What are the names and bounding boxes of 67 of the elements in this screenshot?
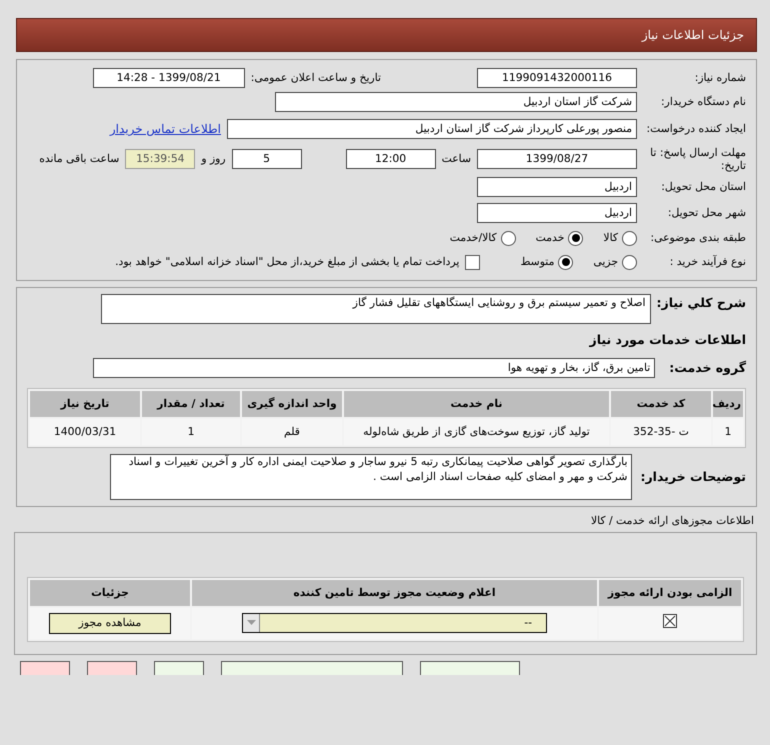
field-value: 1199091432000116 bbox=[477, 68, 637, 88]
column-header: ردیف bbox=[713, 391, 743, 418]
radio-label: جزیی bbox=[593, 254, 618, 270]
field-label: نوع فرآیند خرید : bbox=[668, 255, 746, 269]
column-header: تعداد / مقدار bbox=[142, 391, 240, 418]
field-label: طبقه بندی موضوعی: bbox=[649, 231, 746, 245]
field-value: 1399/08/21 - 14:28 bbox=[92, 68, 245, 88]
column-header: نام خدمت bbox=[344, 391, 609, 418]
radio-label: کالا/خدمت bbox=[450, 230, 497, 246]
field-value: 5 bbox=[232, 149, 302, 169]
section-label: شرح کلي نياز: bbox=[656, 294, 746, 312]
radio-button[interactable] bbox=[500, 230, 516, 246]
checkbox-label: پرداخت تمام یا بخشی از مبلغ خرید،از محل "اسناد خزانه اسلامی" خواهد بود. bbox=[115, 254, 460, 270]
field-value: شرکت گاز استان اردبیل bbox=[275, 92, 637, 112]
radio-button[interactable] bbox=[558, 254, 574, 270]
field-label: ساعت باقی مانده bbox=[39, 150, 120, 167]
table-cell: ت -35-352 bbox=[611, 419, 711, 446]
column-header: جزئیات bbox=[30, 580, 190, 606]
table-cell: 1400/03/31 bbox=[30, 419, 140, 446]
field-label: ایجاد کننده درخواست: bbox=[646, 122, 746, 136]
field-label: تاریخ و ساعت اعلان عمومی: bbox=[250, 70, 381, 86]
action-button[interactable] bbox=[20, 660, 70, 675]
radio-button[interactable] bbox=[622, 254, 637, 270]
field-label: شماره نیاز: bbox=[694, 71, 746, 85]
column-header: الزامی بودن ارائه مجوز bbox=[599, 580, 741, 606]
section-label: توضیحات خریدار: bbox=[640, 468, 746, 486]
action-button[interactable] bbox=[87, 660, 137, 675]
column-header: واحد اندازه گیری bbox=[242, 391, 342, 418]
radio-button[interactable] bbox=[568, 230, 584, 246]
field-label: استان محل تحویل: bbox=[660, 180, 746, 194]
section-heading: اطلاعات خدمات مورد نياز bbox=[590, 330, 746, 349]
table-cell: قلم bbox=[242, 419, 342, 446]
field-value: اصلاح و تعمیر سیستم برق و روشنایی ایستگاههای تقلیل فشار گاز bbox=[100, 294, 651, 324]
status-dropdown[interactable]: -- bbox=[242, 612, 547, 633]
radio-button[interactable] bbox=[622, 230, 637, 246]
table-cell: 1 bbox=[142, 419, 240, 446]
column-header: تاریخ نیاز bbox=[30, 391, 140, 418]
view-license-button[interactable]: مشاهده مجوز bbox=[49, 612, 171, 634]
checkbox[interactable] bbox=[465, 254, 480, 270]
action-button[interactable] bbox=[154, 660, 204, 675]
contact-link[interactable]: اطلاعات تماس خریدار bbox=[110, 120, 221, 138]
notes-box: بارگذاری تصویر گواهی صلاحیت پیمانکاری رتبه 5 نیرو ساجار و صلاحیت ایمنی اداره کار و آخرین تغییرات و اسناد شرکت و مهر و امضای کلیه صفحات اسناد الزامی است . bbox=[110, 454, 632, 500]
table-cell: تولید گاز، توزیع سوخت‌های گازی از طریق شاه‌لوله bbox=[344, 419, 609, 446]
field-label: مهلت ارسال پاسخ: تا تاریخ: bbox=[649, 146, 746, 172]
field-label: شهر محل تحویل: bbox=[666, 206, 746, 220]
table-cell: 1 bbox=[713, 419, 743, 446]
field-value: اردبیل bbox=[477, 177, 637, 197]
column-header: اعلام وضعیت مجوز توسط تامین کننده bbox=[192, 580, 597, 606]
field-label: روز و bbox=[201, 150, 226, 167]
field-value: 12:00 bbox=[346, 149, 436, 169]
action-button[interactable] bbox=[420, 660, 520, 675]
field-value: منصور پورعلی کارپرداز شرکت گاز استان اردبیل bbox=[227, 119, 637, 139]
field-value: تامین برق، گاز، بخار و تهویه هوا bbox=[93, 358, 656, 378]
radio-label: خدمت bbox=[536, 230, 564, 246]
column-header: کد خدمت bbox=[611, 391, 711, 418]
radio-label: کالا bbox=[603, 230, 618, 246]
required-checkbox[interactable] bbox=[663, 614, 677, 628]
section-title: اطلاعات مجوزهای ارائه خدمت / کالا bbox=[590, 513, 754, 530]
field-value: اردبیل bbox=[477, 203, 637, 223]
field-value: 15:39:54 bbox=[125, 149, 196, 169]
action-button[interactable] bbox=[221, 660, 403, 675]
radio-label: متوسط bbox=[520, 254, 554, 270]
section-label: گروه خدمت: bbox=[669, 358, 746, 377]
page-title: جزئیات اطلاعات نیاز bbox=[642, 27, 744, 44]
field-value: 1399/08/27 bbox=[477, 149, 637, 169]
field-label: نام دستگاه خریدار: bbox=[660, 95, 746, 109]
field-label: ساعت bbox=[442, 150, 471, 167]
